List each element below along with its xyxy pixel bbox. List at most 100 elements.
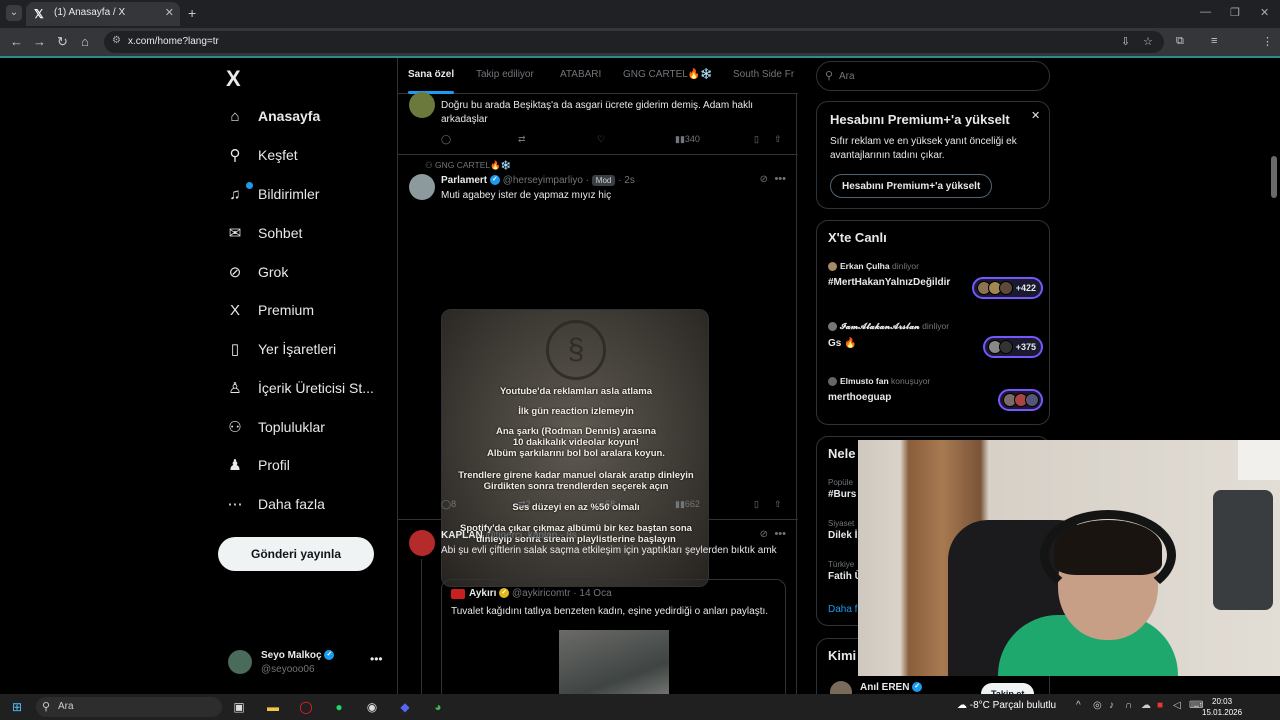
more-icon[interactable]: ••• bbox=[774, 528, 786, 540]
listeners-pill[interactable]: +422 bbox=[971, 277, 1043, 299]
restore-icon[interactable]: ❐ bbox=[1230, 6, 1240, 19]
reply-icon[interactable]: ◯ bbox=[441, 134, 451, 145]
community-label[interactable]: ⚇ GNG CARTEL🔥❄️ bbox=[425, 160, 511, 171]
post[interactable]: ⚇ GNG CARTEL🔥❄️ Parlamert ✓ @herseyimpar… bbox=[398, 156, 798, 587]
tray-app-icon[interactable]: ◎ bbox=[1093, 700, 1102, 711]
forward-icon[interactable]: → bbox=[33, 34, 46, 49]
browser-tab[interactable]: 𝕏 (1) Anasayfa / X ✕ bbox=[26, 2, 180, 26]
repost-icon[interactable]: ⇄ bbox=[518, 134, 526, 145]
scrollbar-thumb[interactable] bbox=[1271, 156, 1277, 198]
grok-icon[interactable]: ⊘ bbox=[760, 174, 768, 185]
post[interactable]: Doğru bu arada Beşiktaş'a da asgari ücre… bbox=[398, 92, 798, 155]
discord-icon[interactable]: ◆ bbox=[396, 698, 414, 716]
back-icon[interactable]: ← bbox=[10, 34, 23, 49]
trend-item[interactable]: Türkiye Fatih Ü bbox=[828, 560, 862, 582]
site-info-icon[interactable]: ⚙ bbox=[112, 35, 121, 46]
nav-grok[interactable]: ⊘ Grok bbox=[226, 257, 289, 287]
grok-icon[interactable]: ⊘ bbox=[760, 529, 768, 540]
reply-stat[interactable]: ◯ 8 bbox=[441, 499, 456, 510]
bookmark-icon[interactable]: ▯ bbox=[754, 134, 759, 145]
tab-atabari[interactable]: ATABARI bbox=[560, 69, 601, 80]
volume-icon[interactable]: ◁ bbox=[1173, 700, 1181, 711]
quoted-image[interactable] bbox=[559, 630, 669, 694]
nav-notifications[interactable]: ♫ Bildirimler bbox=[226, 179, 319, 209]
listeners-pill[interactable] bbox=[998, 389, 1043, 411]
search-input[interactable]: ⚲ Ara bbox=[816, 61, 1050, 91]
live-space[interactable]: Erkan Çulha dinliyor #MertHakanYalnızDeğ… bbox=[828, 261, 1043, 299]
taskbar-search[interactable]: ⚲ Ara bbox=[36, 697, 222, 717]
trend-item[interactable]: Siyaset Dilek İ bbox=[828, 519, 857, 541]
nav-communities[interactable]: ⚇ Topluluklar bbox=[226, 412, 325, 442]
listeners-pill[interactable]: +375 bbox=[982, 336, 1043, 358]
home-icon[interactable]: ⌂ bbox=[81, 34, 89, 49]
follow-button[interactable]: Takip et bbox=[981, 683, 1035, 694]
star-icon[interactable]: ☆ bbox=[1143, 35, 1153, 48]
headset-icon[interactable]: ∩ bbox=[1125, 700, 1132, 711]
tab-for-you[interactable]: Sana özel bbox=[408, 69, 454, 80]
address-bar[interactable]: ⚙ x.com/home?lang=tr bbox=[104, 31, 1164, 53]
tab-search-icon[interactable]: ⌄ bbox=[6, 5, 22, 21]
account-switcher[interactable]: Seyo Malkoç ✓ @seyooo06 ••• bbox=[228, 648, 398, 678]
like-stat[interactable]: ♡ 68 bbox=[597, 499, 615, 510]
repost-stat[interactable]: ⇄ 2 bbox=[518, 499, 531, 510]
spotify-icon[interactable]: ● bbox=[330, 698, 348, 716]
weather-widget[interactable]: ☁ -8°C Parçalı bulutlu bbox=[957, 700, 1056, 711]
avatar[interactable] bbox=[409, 530, 435, 556]
antivirus-icon[interactable]: ■ bbox=[1157, 700, 1163, 711]
close-icon[interactable]: ✕ bbox=[1031, 109, 1040, 122]
nav-creator-studio[interactable]: ♙ İçerik Üreticisi St... bbox=[226, 373, 374, 403]
chrome-icon[interactable]: ◕ bbox=[429, 698, 447, 716]
install-icon[interactable]: ⇩ bbox=[1121, 35, 1130, 48]
more-icon[interactable]: ••• bbox=[370, 652, 383, 666]
menu-icon[interactable]: ⋮ bbox=[1262, 35, 1273, 48]
close-tab-icon[interactable]: ✕ bbox=[165, 6, 174, 19]
live-space[interactable]: 𝓘𝓪𝓶𝓐𝓽𝓪𝓴𝓪𝓷𝓐𝓻𝓼𝓵𝓪𝓷 dinliyor Gs 🔥 +375 bbox=[828, 321, 1043, 358]
new-tab-icon[interactable]: + bbox=[188, 5, 196, 21]
task-view-icon[interactable]: ▣ bbox=[230, 698, 248, 716]
post[interactable]: KAPLAN @tinerci_kaplan · 8s ⊘ ••• Abi şu… bbox=[398, 521, 798, 694]
show-more-link[interactable]: Daha f bbox=[828, 604, 857, 615]
nav-profile[interactable]: ♟ Profil bbox=[226, 450, 290, 480]
nav-bookmarks[interactable]: ▯ Yer İşaretleri bbox=[226, 334, 336, 364]
post-button[interactable]: Gönderi yayınla bbox=[218, 537, 374, 571]
premium-upgrade-button[interactable]: Hesabını Premium+'a yükselt bbox=[830, 174, 993, 198]
system-clock[interactable]: 20:03 15.01.2026 bbox=[1202, 696, 1242, 718]
views-stat[interactable]: ▮▮ 662 bbox=[675, 499, 700, 510]
share-icon[interactable]: ⇧ bbox=[774, 134, 782, 145]
views-stat[interactable]: ▮▮ 340 bbox=[675, 134, 700, 145]
nav-premium[interactable]: X Premium bbox=[226, 295, 314, 325]
post-author[interactable]: KAPLAN @tinerci_kaplan · 8s bbox=[441, 530, 577, 541]
trend-item[interactable]: Popüle #Burs bbox=[828, 478, 856, 500]
post-author[interactable]: Parlamert ✓ @herseyimparliyo · Mod · 2s bbox=[441, 175, 635, 186]
media-icon[interactable]: ≡ bbox=[1211, 35, 1217, 47]
share-icon[interactable]: ⇧ bbox=[774, 499, 782, 510]
tab-following[interactable]: Takip ediliyor bbox=[476, 69, 534, 80]
avatar[interactable] bbox=[830, 681, 852, 694]
tray-expand-icon[interactable]: ^ bbox=[1076, 700, 1081, 711]
tab-gng-cartel[interactable]: GNG CARTEL🔥❄️ bbox=[623, 69, 713, 80]
close-window-icon[interactable]: ✕ bbox=[1260, 6, 1269, 19]
suggested-user[interactable]: Anıl EREN ✓ bbox=[860, 682, 923, 693]
opera-icon[interactable]: ◯ bbox=[297, 698, 315, 716]
like-icon[interactable]: ♡ bbox=[597, 134, 605, 145]
avatar[interactable] bbox=[409, 174, 435, 200]
more-icon[interactable]: ••• bbox=[774, 173, 786, 185]
nav-home[interactable]: ⌂ Anasayfa bbox=[226, 101, 320, 131]
tab-south-side[interactable]: South Side Fr bbox=[733, 69, 794, 80]
bookmark-icon[interactable]: ▯ bbox=[754, 499, 759, 510]
nav-explore[interactable]: ⚲ Keşfet bbox=[226, 140, 298, 170]
extensions-icon[interactable]: ⧉ bbox=[1176, 35, 1184, 48]
post-time[interactable]: 8s bbox=[566, 530, 577, 541]
reload-icon[interactable]: ↻ bbox=[57, 34, 68, 50]
nav-chat[interactable]: ✉ Sohbet bbox=[226, 218, 303, 248]
quoted-post[interactable]: Aykırı ✓ @aykiricomtr · 14 Oca Tuvalet k… bbox=[441, 579, 786, 694]
windows-start-icon[interactable]: ⊞ bbox=[8, 698, 26, 716]
live-space[interactable]: Elmusto fan konuşuyor merthoeguap bbox=[828, 376, 1043, 411]
obs-icon[interactable]: ◉ bbox=[363, 698, 381, 716]
nav-more[interactable]: ⋯ Daha fazla bbox=[226, 489, 325, 519]
cloud-sync-icon[interactable]: ☁ bbox=[1141, 700, 1151, 711]
minimize-icon[interactable]: — bbox=[1200, 6, 1211, 18]
microphone-icon[interactable]: ♪ bbox=[1109, 700, 1114, 711]
post-time[interactable]: 2s bbox=[624, 175, 635, 186]
file-explorer-icon[interactable]: ▬ bbox=[264, 698, 282, 716]
